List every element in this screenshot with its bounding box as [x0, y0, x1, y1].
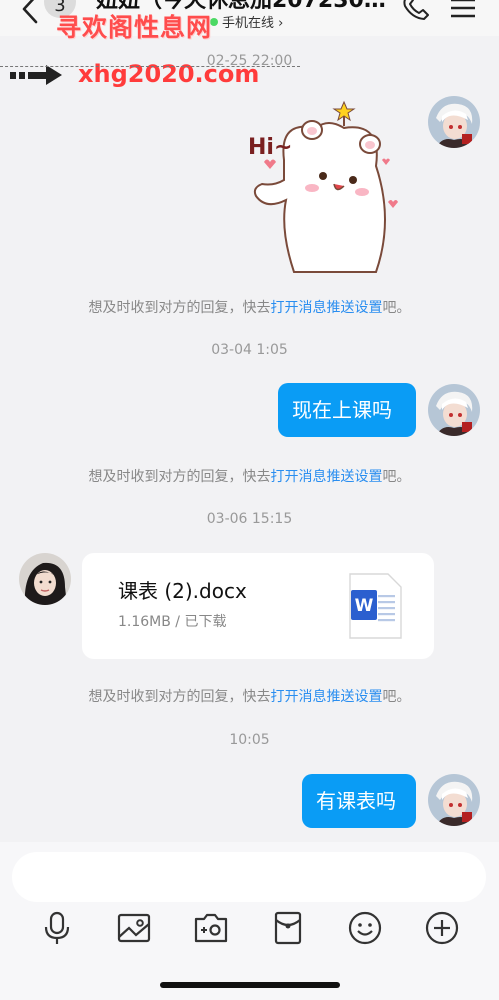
- push-settings-notice: 想及时收到对方的回复，快去打开消息推送设置吧。: [0, 686, 499, 706]
- watermark-text: 寻欢阁性息网: [56, 13, 213, 42]
- contact-avatar[interactable]: [19, 553, 71, 605]
- menu-icon[interactable]: [450, 0, 476, 18]
- hi-bear-sticker[interactable]: Hi~: [244, 100, 412, 276]
- open-push-settings-link[interactable]: 打开消息推送设置: [271, 689, 383, 705]
- notice-text: 吧。: [382, 689, 411, 705]
- open-push-settings-link[interactable]: 打开消息推送设置: [271, 469, 383, 485]
- push-settings-notice: 想及时收到对方的回复，快去打开消息推送设置吧。: [0, 297, 499, 317]
- my-avatar-image: [428, 384, 480, 436]
- my-avatar[interactable]: [428, 96, 480, 148]
- sticker-text: Hi~: [248, 135, 292, 160]
- timestamp: 10:05: [229, 732, 270, 748]
- notice-text: 想及时收到对方的回复，快去: [88, 469, 271, 485]
- home-indicator: [160, 982, 340, 988]
- plus-icon[interactable]: [424, 910, 460, 946]
- word-doc-icon: W: [349, 573, 402, 639]
- file-name: 课表 (2).docx: [118, 579, 247, 603]
- online-status-label: 手机在线 ›: [222, 16, 284, 31]
- chevron-left-icon[interactable]: [18, 0, 44, 24]
- my-avatar[interactable]: [428, 384, 480, 436]
- message-input[interactable]: [12, 852, 486, 902]
- my-avatar[interactable]: [428, 774, 480, 826]
- divider: [0, 66, 300, 67]
- notice-text: 想及时收到对方的回复，快去: [88, 300, 271, 316]
- push-settings-notice: 想及时收到对方的回复，快去打开消息推送设置吧。: [0, 466, 499, 486]
- phone-icon[interactable]: [402, 0, 430, 20]
- red-packet-icon[interactable]: [270, 910, 306, 946]
- my-avatar-image: [428, 774, 480, 826]
- svg-text:W: W: [355, 596, 374, 616]
- open-push-settings-link[interactable]: 打开消息推送设置: [271, 300, 383, 316]
- online-status[interactable]: 手机在线 ›: [210, 12, 283, 31]
- file-message-card[interactable]: 课表 (2).docx 1.16MB / 已下载 W: [82, 553, 434, 659]
- camera-icon[interactable]: [193, 910, 229, 946]
- emoji-icon[interactable]: [347, 910, 383, 946]
- image-icon[interactable]: [116, 910, 152, 946]
- outgoing-message-bubble[interactable]: 现在上课吗: [278, 383, 416, 437]
- timestamp: 03-06 15:15: [206, 511, 293, 527]
- my-avatar-image: [428, 96, 480, 148]
- outgoing-message-bubble[interactable]: 有课表吗: [302, 774, 416, 828]
- notice-text: 想及时收到对方的回复，快去: [88, 689, 271, 705]
- timestamp: 03-04 1:05: [211, 342, 288, 358]
- notice-text: 吧。: [382, 300, 411, 316]
- microphone-icon[interactable]: [39, 910, 75, 946]
- contact-avatar-image: [19, 553, 71, 605]
- notice-text: 吧。: [382, 469, 411, 485]
- file-meta: 1.16MB / 已下载: [118, 614, 227, 630]
